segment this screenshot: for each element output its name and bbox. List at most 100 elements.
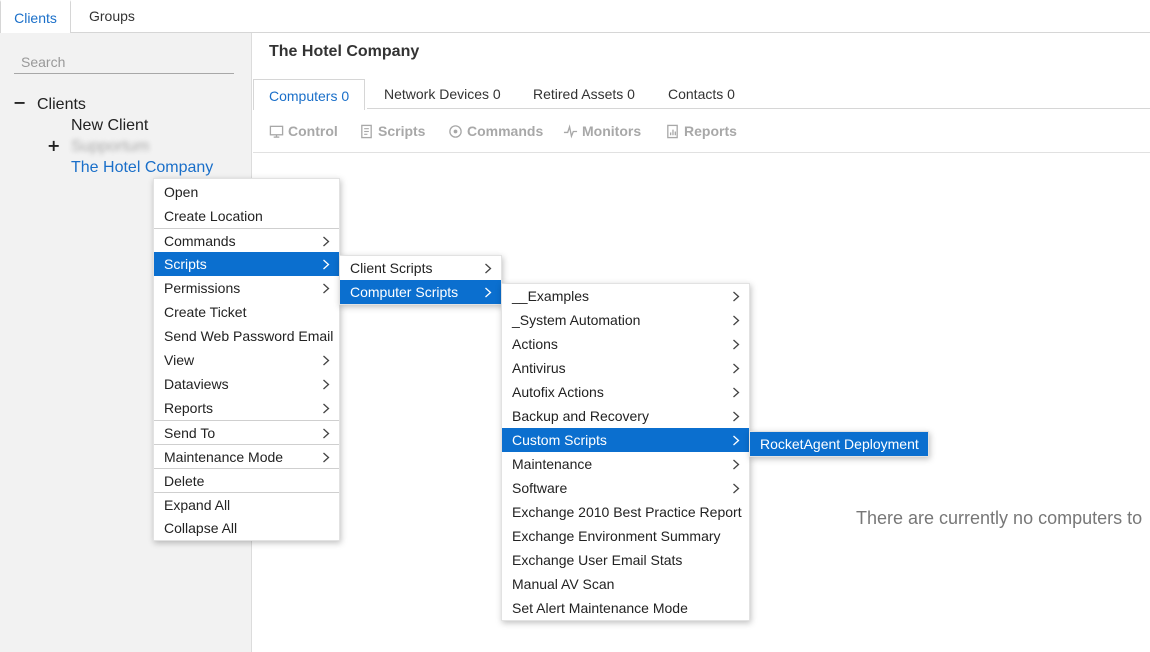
menu-item-label: Open <box>164 184 199 200</box>
menu-item-label: Scripts <box>164 256 207 272</box>
chevron-right-icon <box>731 308 741 332</box>
menu-item-label: Exchange User Email Stats <box>512 552 683 568</box>
menu-item-scripts[interactable]: Scripts <box>154 252 339 276</box>
expand-toggle-icon[interactable]: + <box>47 136 60 155</box>
menu-item-delete[interactable]: Delete <box>154 468 339 492</box>
menu-item-label: Create Location <box>164 208 263 224</box>
page-title: The Hotel Company <box>269 43 420 60</box>
menu-item-view[interactable]: View <box>154 348 339 372</box>
menu-item-collapse-all[interactable]: Collapse All <box>154 516 339 540</box>
tab-contacts[interactable]: Contacts 0 <box>668 79 735 109</box>
chevron-right-icon <box>321 229 331 253</box>
menu-item-actions[interactable]: Actions <box>502 332 749 356</box>
menu-item-expand-all[interactable]: Expand All <box>154 492 339 516</box>
collapse-toggle-icon[interactable]: − <box>13 93 26 112</box>
menu-item-label: Dataviews <box>164 376 229 392</box>
menu-item-manual-av-scan[interactable]: Manual AV Scan <box>502 572 749 596</box>
toolbar-scripts-button[interactable]: Scripts <box>359 123 425 139</box>
chevron-right-icon <box>483 256 493 280</box>
menu-item-system-automation[interactable]: _System Automation <box>502 308 749 332</box>
menu-item-rocketagent-deployment[interactable]: RocketAgent Deployment <box>750 432 928 456</box>
menu-item-exchange-2010-best-practice-report[interactable]: Exchange 2010 Best Practice Report <box>502 500 749 524</box>
menu-item-exchange-environment-summary[interactable]: Exchange Environment Summary <box>502 524 749 548</box>
menu-item-reports[interactable]: Reports <box>154 396 339 420</box>
chevron-right-icon <box>321 396 331 420</box>
menu-item-client-scripts[interactable]: Client Scripts <box>340 256 501 280</box>
menu-item-label: Custom Scripts <box>512 432 607 448</box>
menu-item-create-location[interactable]: Create Location <box>154 204 339 228</box>
menu-item-maintenance[interactable]: Maintenance <box>502 452 749 476</box>
chevron-right-icon <box>731 476 741 500</box>
toolbar-control-button[interactable]: Control <box>269 123 338 139</box>
tab-computers[interactable]: Computers 0 <box>253 79 366 110</box>
menu-item-maintenance-mode[interactable]: Maintenance Mode <box>154 444 339 468</box>
toolbar-monitors-button[interactable]: Monitors <box>563 123 641 139</box>
chevron-right-icon <box>321 276 331 300</box>
menu-item-computer-scripts[interactable]: Computer Scripts <box>340 280 501 304</box>
custom-scripts-submenu: RocketAgent Deployment <box>749 431 929 457</box>
tab-groups[interactable]: Groups <box>89 0 135 33</box>
commands-icon <box>449 124 462 138</box>
menu-item-send-web-password-email[interactable]: Send Web Password Email <box>154 324 339 348</box>
tab-retired-assets[interactable]: Retired Assets 0 <box>533 79 635 109</box>
menu-item-permissions[interactable]: Permissions <box>154 276 339 300</box>
tab-network-devices[interactable]: Network Devices 0 <box>384 79 501 109</box>
context-menu: Open Create Location Commands Scripts Pe… <box>153 178 340 541</box>
menu-item-commands[interactable]: Commands <box>154 228 339 252</box>
menu-item-label: Reports <box>164 400 214 416</box>
pulse-icon <box>563 123 578 138</box>
toolbar-reports-button[interactable]: Reports <box>665 123 737 139</box>
toolbar-divider <box>253 152 1150 153</box>
menu-item-label: Actions <box>512 336 558 352</box>
menu-item-label: Permissions <box>164 280 241 296</box>
menu-item-dataviews[interactable]: Dataviews <box>154 372 339 396</box>
tree-item-the-hotel-company[interactable]: The Hotel Company <box>71 159 213 177</box>
menu-item-send-to[interactable]: Send To <box>154 420 339 444</box>
menu-item-create-ticket[interactable]: Create Ticket <box>154 300 339 324</box>
tree-item-blurred-client[interactable]: Supportum <box>71 138 149 156</box>
chevron-right-icon <box>483 280 493 304</box>
chevron-right-icon <box>321 372 331 396</box>
menu-item-custom-scripts[interactable]: Custom Scripts <box>502 428 749 452</box>
menu-item-set-alert-maintenance-mode[interactable]: Set Alert Maintenance Mode <box>502 596 749 620</box>
search-input[interactable] <box>14 50 234 74</box>
menu-item-label: Send To <box>164 425 216 441</box>
menu-item-examples[interactable]: __Examples <box>502 284 749 308</box>
menu-item-label: Expand All <box>164 497 231 513</box>
menu-item-label: Maintenance <box>512 456 593 472</box>
computer-scripts-submenu: __Examples _System Automation Actions An… <box>501 283 750 621</box>
toolbar-control-label: Control <box>288 123 338 139</box>
chevron-right-icon <box>731 404 741 428</box>
tab-clients[interactable]: Clients <box>0 0 71 33</box>
menu-item-software[interactable]: Software <box>502 476 749 500</box>
menu-item-label: Antivirus <box>512 360 566 376</box>
report-icon <box>667 124 678 138</box>
scripts-submenu: Client Scripts Computer Scripts <box>339 255 502 305</box>
chevron-right-icon <box>731 380 741 404</box>
menu-item-open[interactable]: Open <box>154 180 339 204</box>
menu-item-backup-and-recovery[interactable]: Backup and Recovery <box>502 404 749 428</box>
chevron-right-icon <box>731 428 741 452</box>
toolbar-commands-button[interactable]: Commands <box>448 123 543 139</box>
tree-root-clients[interactable]: Clients <box>37 96 86 114</box>
menu-item-label: Software <box>512 480 568 496</box>
menu-item-label: Manual AV Scan <box>512 576 615 592</box>
menu-item-antivirus[interactable]: Antivirus <box>502 356 749 380</box>
monitor-icon <box>269 125 284 138</box>
chevron-right-icon <box>731 356 741 380</box>
chevron-right-icon <box>731 332 741 356</box>
chevron-right-icon <box>321 421 331 445</box>
toolbar-commands-label: Commands <box>467 123 544 139</box>
tree-item-new-client[interactable]: New Client <box>71 117 148 135</box>
menu-item-label: Commands <box>164 233 236 249</box>
menu-item-autofix-actions[interactable]: Autofix Actions <box>502 380 749 404</box>
menu-item-label: Exchange Environment Summary <box>512 528 721 544</box>
toolbar-reports-label: Reports <box>684 123 737 139</box>
menu-item-exchange-user-email-stats[interactable]: Exchange User Email Stats <box>502 548 749 572</box>
tabs-divider <box>367 108 1150 109</box>
chevron-right-icon <box>321 348 331 372</box>
menu-item-label: Delete <box>164 473 205 489</box>
chevron-right-icon <box>321 252 331 276</box>
menu-item-label: _System Automation <box>512 312 641 328</box>
menu-item-label: RocketAgent Deployment <box>760 436 919 452</box>
